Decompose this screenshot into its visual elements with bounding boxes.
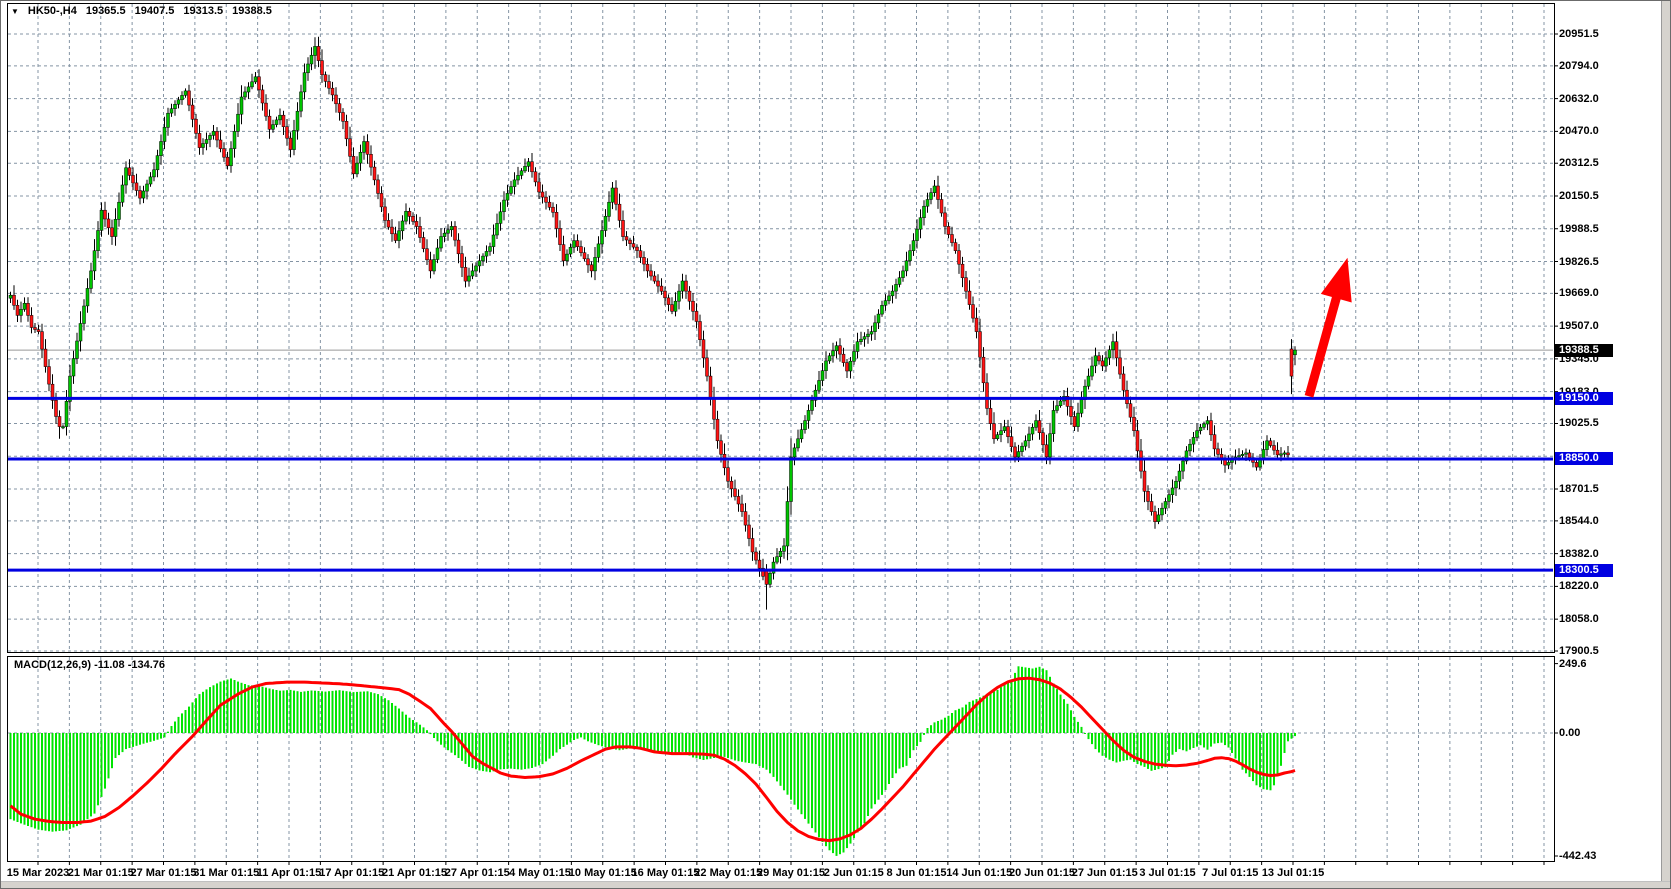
time-axis-label: 3 Jul 01:15 [1139,867,1195,879]
time-axis-label: 21 Apr 01:15 [382,867,447,879]
macd-scale-label: -442.43 [1559,850,1596,862]
chart-canvas[interactable] [1,1,1671,889]
symbol-label: HK50-,H4 [28,5,77,17]
quote-low: 19313.5 [183,5,223,17]
time-axis-label: 27 Mar 01:15 [130,867,196,879]
time-axis-label: 31 Mar 01:15 [193,867,259,879]
price-axis-label: 19507.0 [1559,320,1599,332]
price-axis-label: 18701.5 [1559,483,1599,495]
time-axis-label: 13 Jul 01:15 [1262,867,1324,879]
candlesticks [9,37,1297,610]
time-axis-label: 4 May 01:15 [509,867,571,879]
time-axis-label: 15 Mar 2023 [7,867,69,879]
macd-scale-label: 0.00 [1559,727,1580,739]
price-axis-label: 20150.5 [1559,190,1599,202]
time-axis-label: 29 May 01:15 [757,867,825,879]
price-axis-label: 19025.5 [1559,417,1599,429]
price-axis-label: 18544.0 [1559,515,1599,527]
trend-arrow [1309,258,1352,397]
chevron-down-icon[interactable]: ▼ [11,7,19,16]
price-axis-label: 20794.0 [1559,60,1599,72]
window-edge-right [1661,1,1670,888]
price-axis-label: 19669.0 [1559,287,1599,299]
time-axis-label: 16 May 01:15 [632,867,700,879]
time-axis-label: 21 Mar 01:15 [68,867,134,879]
time-axis-label: 8 Jun 01:15 [887,867,947,879]
level-price-tag: 19150.0 [1555,392,1613,405]
time-axis-label: 20 Jun 01:15 [1009,867,1075,879]
quote-open: 19365.5 [86,5,126,17]
quote-high: 19407.5 [135,5,175,17]
price-axis-label: 18382.0 [1559,548,1599,560]
time-axis-label: 2 Jun 01:15 [824,867,884,879]
level-price-tag: 18850.0 [1555,452,1613,465]
price-axis-label: 20951.5 [1559,28,1599,40]
time-axis-label: 27 Jun 01:15 [1072,867,1138,879]
window-edge-bottom [1,881,1670,888]
trading-chart-window: ▼ HK50-,H4 19365.5 19407.5 19313.5 19388… [0,0,1671,889]
current-price-tag: 19388.5 [1555,344,1613,357]
quote-close: 19388.5 [232,5,272,17]
quote-bar: ▼ HK50-,H4 19365.5 19407.5 19313.5 19388… [11,4,272,18]
macd-scale-label: 249.6 [1559,658,1587,670]
price-axis-label: 20312.5 [1559,157,1599,169]
price-axis-label: 20632.0 [1559,93,1599,105]
time-axis-label: 22 May 01:15 [694,867,762,879]
time-axis-label: 7 Jul 01:15 [1202,867,1258,879]
price-axis-label: 20470.0 [1559,125,1599,137]
price-axis-label: 19988.5 [1559,223,1599,235]
price-axis-label: 17900.5 [1559,645,1599,657]
macd-indicator-label: MACD(12,26,9) -11.08 -134.76 [14,659,165,671]
macd-histogram [10,666,1297,856]
time-axis-label: 10 May 01:15 [569,867,637,879]
time-axis-label: 14 Jun 01:15 [946,867,1012,879]
time-axis-label: 17 Apr 01:15 [319,867,384,879]
level-price-tag: 18300.5 [1555,564,1613,577]
time-axis-label: 11 Apr 01:15 [257,867,321,879]
price-axis-label: 19826.5 [1559,256,1599,268]
price-axis-label: 18220.0 [1559,580,1599,592]
price-axis-label: 18058.0 [1559,613,1599,625]
time-axis-label: 27 Apr 01:15 [445,867,510,879]
